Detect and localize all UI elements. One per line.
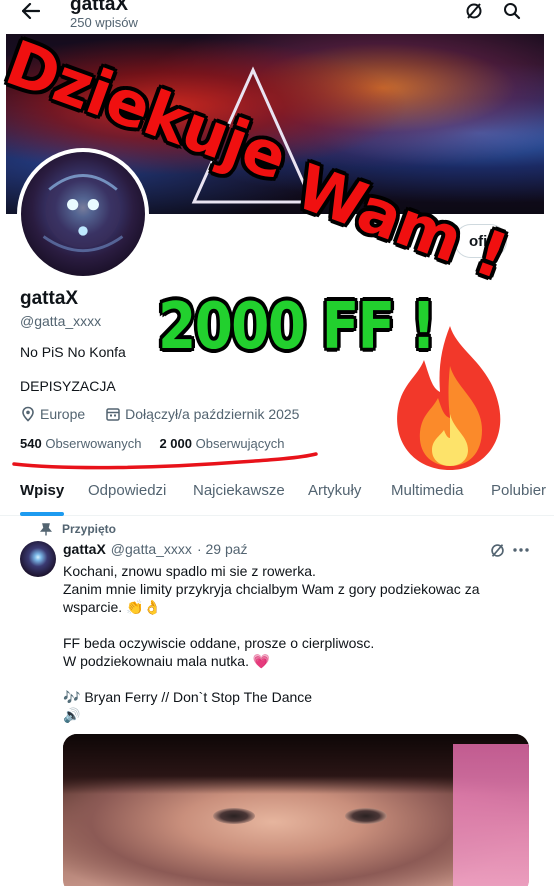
back-arrow-icon (22, 3, 40, 19)
media-pink-letters (453, 744, 529, 886)
search-icon (504, 3, 521, 20)
active-tab-indicator (20, 512, 64, 516)
post-text-line: Kochani, znowu spadlo mi sie z rowerka. (63, 563, 316, 579)
pinned-indicator: Przypięto (40, 522, 116, 536)
tab-likes[interactable]: Polubier (491, 470, 546, 516)
profile-bio-line-1: No PiS No Konfa (20, 344, 126, 360)
profile-location: Europe (40, 406, 86, 422)
grok-icon (466, 3, 482, 19)
profile-name: gattaX (20, 288, 79, 309)
top-bar: gattaX 250 wpisów (0, 0, 554, 34)
profile-tabs: Wpisy Odpowiedzi Najciekawsze Artykuły M… (0, 470, 554, 516)
avatar-art (42, 172, 124, 253)
header-title: gattaX (70, 0, 129, 15)
post-text-line: 🎶 Bryan Ferry // Don`t Stop The Dance (63, 689, 313, 705)
post-handle[interactable]: @gatta_xxxx (111, 541, 192, 557)
post-grok-button[interactable] (485, 540, 509, 560)
fire-emoji (397, 326, 501, 470)
tab-media[interactable]: Multimedia (391, 470, 464, 516)
post-avatar[interactable] (20, 541, 56, 577)
post-video-thumbnail[interactable] (63, 734, 529, 886)
calendar-icon (106, 408, 120, 421)
back-button[interactable] (16, 0, 46, 22)
post-more-button[interactable] (509, 540, 533, 560)
profile-bio-line-2: DEPISYZACJA (20, 378, 116, 394)
more-icon (513, 548, 529, 552)
tab-highlights[interactable]: Najciekawsze (193, 470, 285, 516)
location-icon (22, 406, 34, 422)
pinned-label: Przypięto (62, 522, 117, 536)
post-author[interactable]: gattaX (63, 541, 106, 557)
grok-icon (490, 543, 504, 557)
post-text-line: Zanim mnie limity przykryja chcialbym Wa… (63, 581, 480, 597)
grok-button[interactable] (461, 0, 487, 22)
post-text-line: 🔊 (63, 707, 81, 723)
post-header: gattaX @gatta_xxxx · 29 paź (63, 541, 248, 557)
tab-articles[interactable]: Artykuły (308, 470, 361, 516)
profile-meta: Europe Dołączył/a październik 2025 (20, 406, 299, 422)
post-text-line: W podziekownaiu mala nutka. 💗 (63, 653, 271, 669)
profile-handle: @gatta_xxxx (20, 313, 102, 329)
tab-posts[interactable]: Wpisy (20, 470, 64, 516)
profile-avatar[interactable] (17, 148, 149, 280)
post-text-line: FF beda oczywiscie oddane, prosze o cier… (63, 635, 375, 651)
header-post-count: 250 wpisów (70, 15, 138, 30)
tab-replies[interactable]: Odpowiedzi (88, 470, 166, 516)
overlay-red-underline (12, 452, 318, 470)
post-date[interactable]: · 29 paź (197, 541, 248, 557)
pin-icon (40, 522, 52, 535)
media-eye-left (213, 808, 255, 824)
post-text-line: wsparcie. 👏👌 (63, 599, 161, 615)
search-button[interactable] (499, 0, 525, 22)
profile-joined: Dołączył/a październik 2025 (125, 406, 300, 422)
media-eye-right (345, 808, 387, 824)
